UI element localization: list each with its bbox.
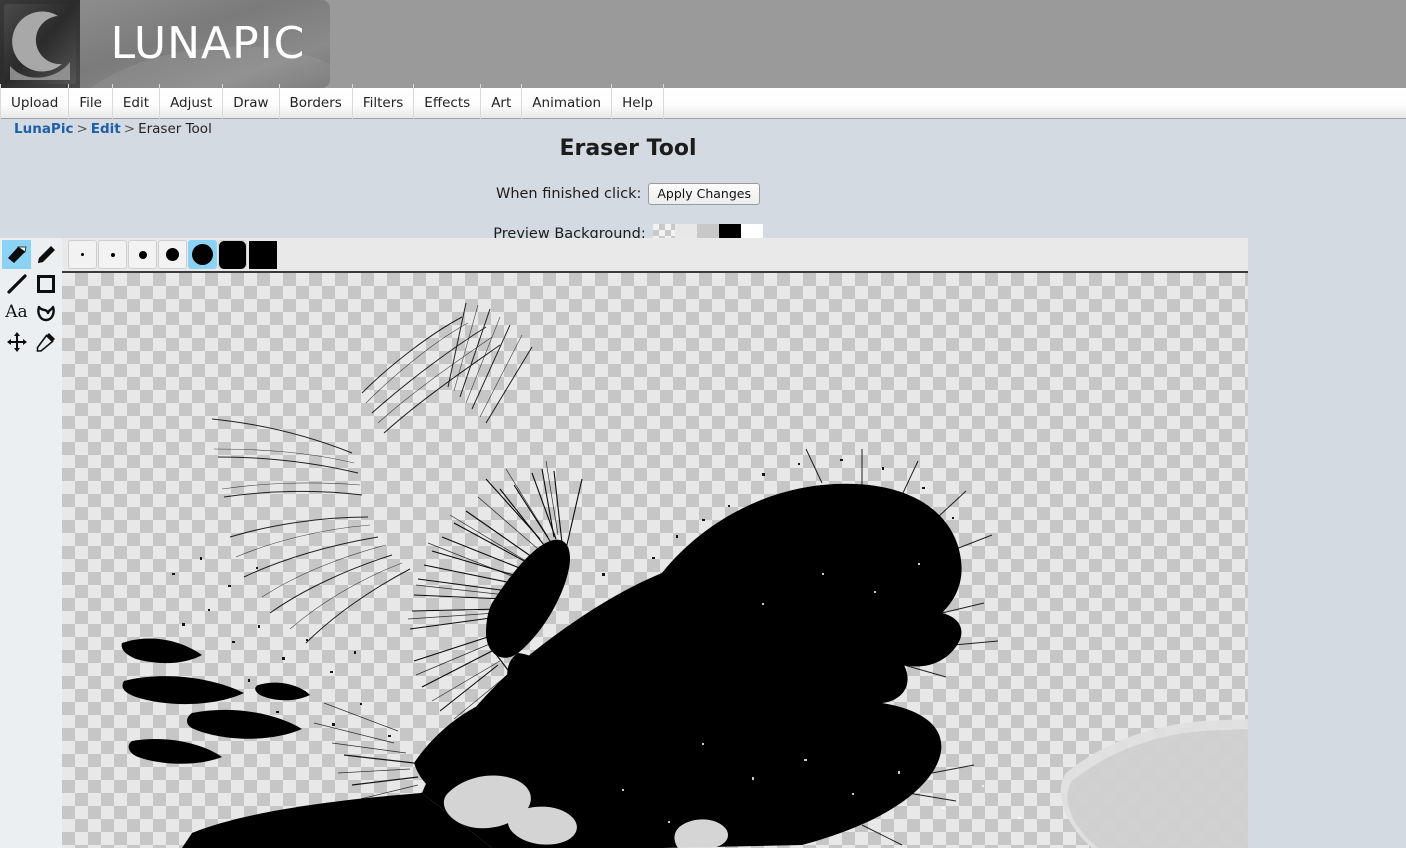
menu-item-art[interactable]: Art: [481, 84, 523, 122]
brush-size-7[interactable]: [248, 240, 277, 269]
tool-rectangle[interactable]: [31, 269, 60, 298]
blob-shape-icon: [36, 305, 55, 321]
tool-eyedropper[interactable]: [31, 327, 60, 356]
menu-item-edit[interactable]: Edit: [113, 84, 161, 122]
brush-size-6[interactable]: [218, 240, 247, 269]
main-menubar: Upload File Edit Adjust Draw Borders Fil…: [0, 84, 1406, 122]
eyedropper-icon: [36, 332, 55, 352]
menu-item-help[interactable]: Help: [612, 84, 664, 122]
lunapic-app: LUNAPIC Upload File Edit Adjust Draw Bor…: [0, 0, 1406, 848]
tool-shape[interactable]: [31, 298, 60, 327]
header-band: LUNAPIC: [0, 0, 1406, 88]
move-arrows-icon: [6, 331, 27, 352]
breadcrumb-separator-1: >: [76, 121, 88, 137]
apply-changes-button[interactable]: Apply Changes: [648, 183, 760, 205]
breadcrumb-current: Eraser Tool: [138, 121, 212, 137]
tool-eraser[interactable]: [2, 240, 31, 269]
brush-size-2[interactable]: [98, 240, 127, 269]
pencil-icon: [37, 245, 55, 263]
breadcrumb-link-edit[interactable]: Edit: [91, 121, 121, 137]
brush-size-toolbar: [62, 238, 1248, 273]
logo-plate: LUNAPIC: [80, 0, 330, 88]
menu-item-effects[interactable]: Effects: [414, 84, 482, 122]
brush-size-5[interactable]: [188, 240, 217, 269]
tool-move[interactable]: [2, 327, 31, 356]
brush-size-1[interactable]: [68, 240, 97, 269]
brand-wordmark: LUNAPIC: [110, 17, 306, 69]
menu-item-file[interactable]: File: [69, 84, 113, 122]
apply-changes-row: When finished click: Apply Changes: [0, 182, 1256, 206]
page-title: Eraser Tool: [559, 136, 697, 161]
breadcrumb-separator-2: >: [123, 121, 136, 137]
menu-item-adjust[interactable]: Adjust: [160, 84, 224, 122]
menu-item-draw[interactable]: Draw: [223, 84, 280, 122]
eraser-icon: [7, 246, 26, 263]
breadcrumb-link-lunapic[interactable]: LunaPic: [14, 121, 73, 137]
crescent-moon-icon: [0, 0, 80, 88]
menu-item-upload[interactable]: Upload: [0, 84, 70, 122]
tool-palette: Aa: [0, 238, 63, 848]
image-canvas[interactable]: [62, 273, 1248, 848]
menu-item-animation[interactable]: Animation: [522, 84, 613, 122]
tool-text[interactable]: Aa: [2, 298, 31, 327]
text-aa-icon: Aa: [5, 302, 28, 322]
line-icon: [6, 273, 27, 294]
square-icon: [36, 274, 55, 293]
menu-item-filters[interactable]: Filters: [353, 84, 415, 122]
brush-size-4[interactable]: [158, 240, 187, 269]
dog-silhouette-image: [121, 302, 1248, 848]
apply-changes-label: When finished click:: [495, 186, 642, 202]
tool-pencil[interactable]: [31, 240, 60, 269]
editor-area: Aa: [0, 238, 1248, 848]
tool-line[interactable]: [2, 269, 31, 298]
menu-item-borders[interactable]: Borders: [280, 84, 353, 122]
brush-size-3[interactable]: [128, 240, 157, 269]
logo[interactable]: LUNAPIC: [0, 0, 330, 88]
